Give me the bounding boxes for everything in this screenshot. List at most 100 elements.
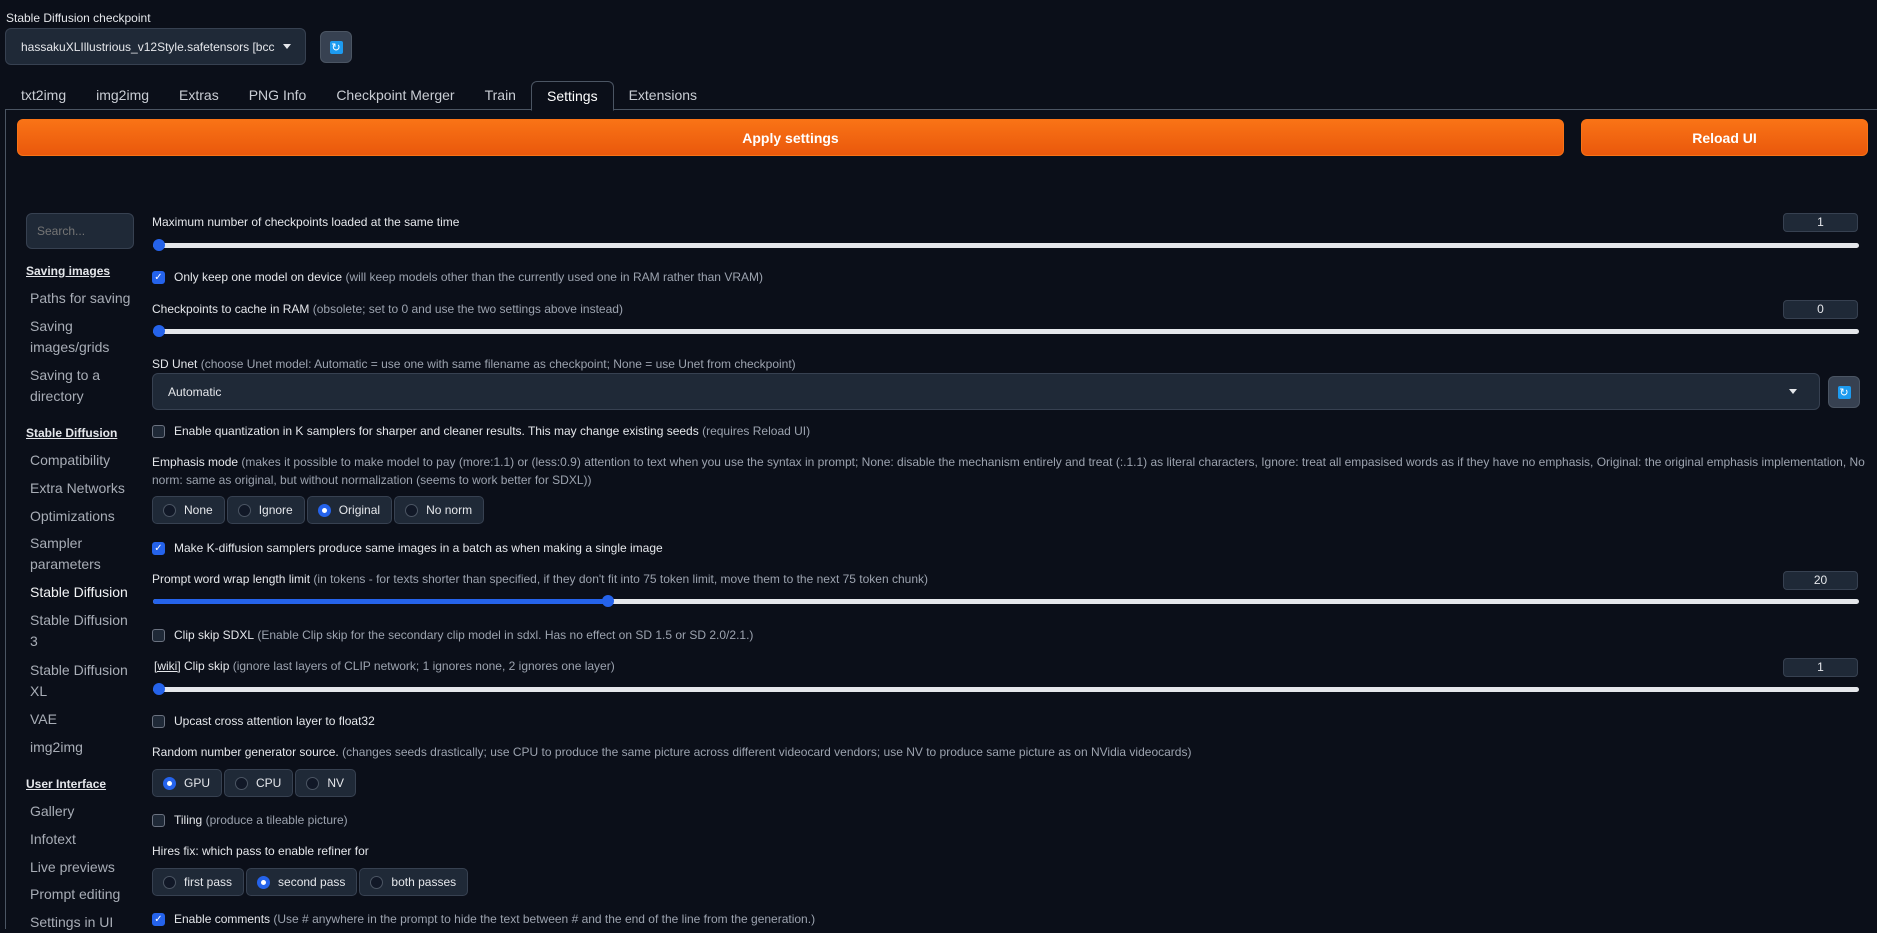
tiling-checkbox[interactable] [152,813,165,827]
sidebar-item-gallery[interactable]: Gallery [30,801,135,822]
refresh-icon: ↻ [329,40,343,54]
rng-option-nv[interactable]: NV [295,769,357,797]
emphasis-label-text: Emphasis mode [152,455,239,469]
wiki-link[interactable]: [wiki] [154,659,181,673]
hires-option-both-passes[interactable]: both passes [359,868,469,896]
wrap-limit-input[interactable]: 20 [1783,571,1858,590]
emphasis-option-no-norm[interactable]: No norm [394,496,485,524]
radio-dot [163,875,176,889]
tab-png-info[interactable]: PNG Info [234,81,322,110]
upcast-checkbox[interactable] [152,714,165,728]
radio-dot [235,776,249,790]
radio-dot [306,776,320,790]
slider-thumb[interactable] [153,683,165,695]
wrap-limit-label: Prompt word wrap length limit (in tokens… [152,572,928,586]
sidebar-section-user-interface[interactable]: User Interface [26,777,106,791]
max-checkpoints-slider[interactable] [153,238,1859,252]
refresh-checkpoint-button[interactable]: ↻ [320,31,352,63]
slider-thumb[interactable] [153,325,165,337]
clip-skip-label-text: Clip skip [184,659,230,673]
tab-extras[interactable]: Extras [164,81,234,110]
sidebar-section-saving-images[interactable]: Saving images [26,264,110,278]
tab-extensions[interactable]: Extensions [614,81,712,110]
cache-ram-slider[interactable] [153,324,1859,338]
comments-checkbox[interactable]: ✓ [152,912,165,926]
rng-option-gpu[interactable]: GPU [152,769,223,797]
emphasis-hint-continued: norm: same as original, but without norm… [152,473,592,487]
emphasis-option-ignore[interactable]: Ignore [226,496,305,524]
sidebar-item-img2img[interactable]: img2img [30,737,135,758]
checkpoint-value: hassakuXLIllustrious_v12Style.safetensor… [21,39,275,54]
clip-skip-slider[interactable] [153,682,1859,696]
settings-search-input[interactable] [26,213,134,249]
hires-refiner-radio-group: first pass second pass both passes [152,868,469,896]
checkpoint-dropdown[interactable]: hassakuXLIllustrious_v12Style.safetensor… [5,28,306,65]
tab-train[interactable]: Train [470,81,531,110]
sidebar-item-saving-images-grids[interactable]: Saving images/grids [30,316,135,358]
sidebar-item-sampler-parameters[interactable]: Sampler parameters [30,533,135,575]
sidebar-item-live-previews[interactable]: Live previews [30,857,135,878]
sidebar-item-prompt-editing[interactable]: Prompt editing [30,884,135,905]
slider-thumb[interactable] [153,239,165,251]
radio-label: None [184,503,213,517]
sidebar-item-stable-diffusion[interactable]: Stable Diffusion [30,582,135,603]
sidebar-item-compatibility[interactable]: Compatibility [30,450,135,471]
sidebar-item-extra-networks[interactable]: Extra Networks [30,478,135,499]
emphasis-label: Emphasis mode (makes it possible to make… [152,455,1865,469]
max-checkpoints-input[interactable]: 1 [1783,213,1858,232]
radio-dot [317,503,331,517]
one-model-row: ✓ Only keep one model on device (will ke… [152,270,763,284]
hires-option-first-pass[interactable]: first pass [152,868,245,896]
tab-img2img[interactable]: img2img [81,81,164,110]
sd-unet-value: Automatic [168,384,222,399]
refresh-icon: ↻ [1837,385,1851,399]
reload-ui-button[interactable]: Reload UI [1581,119,1868,156]
one-model-hint: (will keep models other than the current… [345,270,763,284]
hires-refiner-label: Hires fix: which pass to enable refiner … [152,844,369,858]
emphasis-option-none[interactable]: None [152,496,225,524]
tiling-label: Tiling [174,813,203,827]
sidebar-item-stable-diffusion-xl[interactable]: Stable Diffusion XL [30,660,135,702]
sidebar-item-stable-diffusion-3[interactable]: Stable Diffusion 3 [30,610,135,652]
radio-label: NV [327,776,345,790]
tab-txt2img[interactable]: txt2img [6,81,81,110]
radio-label: GPU [184,776,211,790]
clip-skip-hint: (ignore last layers of CLIP network; 1 i… [232,659,615,673]
tiling-hint: (produce a tileable picture) [205,813,348,827]
cache-ram-hint: (obsolete; set to 0 and use the two sett… [312,302,623,316]
sidebar-item-infotext[interactable]: Infotext [30,829,135,850]
one-model-checkbox[interactable]: ✓ [152,270,165,284]
checkpoint-label: Stable Diffusion checkpoint [6,11,151,25]
sidebar-item-settings-in-ui[interactable]: Settings in UI [30,912,135,933]
clip-skip-sdxl-checkbox[interactable] [152,628,165,642]
tab-settings[interactable]: Settings [530,81,614,111]
slider-thumb[interactable] [601,595,614,607]
quantization-hint: (requires Reload UI) [702,424,811,438]
radio-dot [163,776,176,790]
emphasis-option-original[interactable]: Original [306,496,393,524]
refresh-unet-button[interactable]: ↻ [1828,376,1860,408]
wrap-limit-slider[interactable] [153,594,1859,608]
sidebar-item-optimizations[interactable]: Optimizations [30,506,135,527]
chevron-down-icon [283,44,291,49]
sidebar-item-paths-for-saving[interactable]: Paths for saving [30,288,135,309]
batch-same-checkbox[interactable]: ✓ [152,541,165,555]
radio-dot [405,503,419,517]
quantization-row: Enable quantization in K samplers for sh… [152,424,810,438]
sidebar-item-vae[interactable]: VAE [30,709,135,730]
rng-label: Random number generator source. (changes… [152,745,1191,759]
quantization-checkbox[interactable] [152,424,165,438]
tab-checkpoint-merger[interactable]: Checkpoint Merger [321,81,469,110]
chevron-down-icon [1789,389,1797,394]
cache-ram-label: Checkpoints to cache in RAM (obsolete; s… [152,302,623,316]
sidebar-section-stable-diffusion[interactable]: Stable Diffusion [26,426,117,440]
hires-option-second-pass[interactable]: second pass [246,868,358,896]
sd-unet-dropdown[interactable]: Automatic [152,373,1820,410]
sd-unet-label: SD Unet (choose Unet model: Automatic = … [152,357,796,371]
sidebar-item-saving-to-directory[interactable]: Saving to a directory [30,365,135,407]
cache-ram-input[interactable]: 0 [1783,300,1858,319]
clip-skip-input[interactable]: 1 [1783,658,1858,677]
rng-option-cpu[interactable]: CPU [224,769,294,797]
comments-row: ✓ Enable comments (Use # anywhere in the… [152,912,815,926]
apply-settings-button[interactable]: Apply settings [17,119,1564,156]
